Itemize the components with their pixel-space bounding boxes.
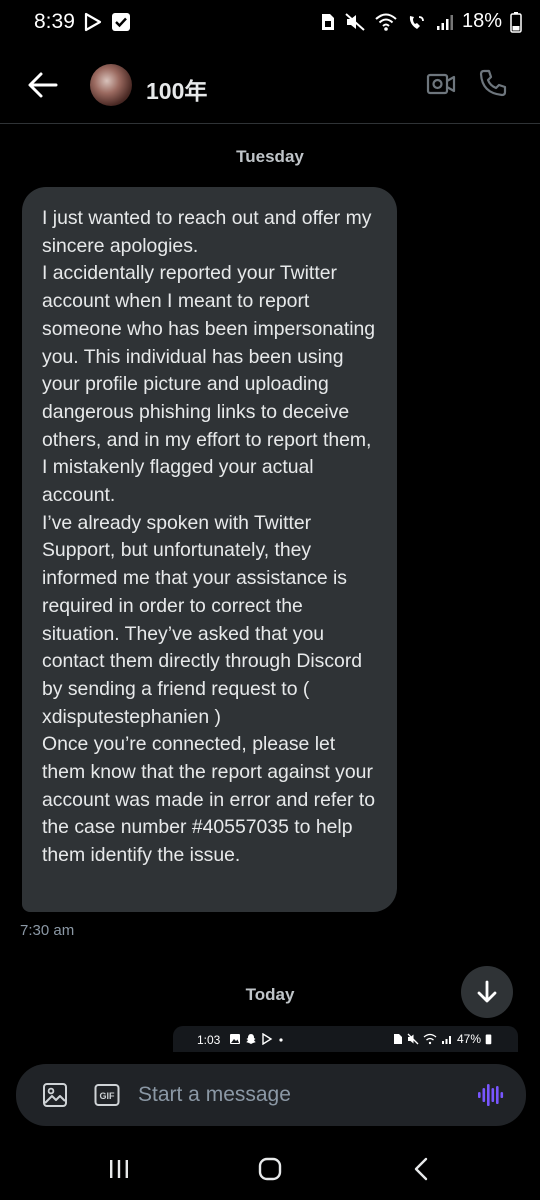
battery-icon — [510, 11, 522, 33]
battery-percent: 18% — [461, 10, 502, 32]
wifi-icon — [423, 1033, 437, 1045]
message-timestamp: 7:30 am — [20, 922, 75, 939]
sim-icon — [321, 13, 334, 30]
avatar[interactable] — [90, 64, 132, 106]
image-icon[interactable] — [42, 1082, 68, 1108]
message-composer: GIF — [16, 1064, 526, 1126]
mute-icon — [345, 12, 365, 31]
gif-label: GIF — [100, 1091, 116, 1101]
recents-icon[interactable] — [108, 1158, 130, 1180]
back-arrow-icon[interactable] — [26, 70, 60, 100]
gallery-icon — [230, 1034, 240, 1044]
attached-screenshot-battery: 47% — [456, 1032, 481, 1046]
sim-icon — [393, 1034, 402, 1044]
voice-wave-icon[interactable] — [476, 1081, 504, 1109]
snapchat-icon — [246, 1034, 256, 1044]
message-input[interactable] — [138, 1081, 448, 1109]
attached-screenshot-time: 1:03 — [197, 1033, 221, 1047]
phone-call-icon[interactable] — [478, 68, 508, 98]
message-text: I just wanted to reach out and offer my … — [42, 207, 376, 867]
video-call-icon[interactable] — [426, 71, 456, 97]
checkbox-icon — [112, 13, 130, 31]
day-separator-today: Today — [245, 985, 295, 1004]
wifi-call-icon — [409, 15, 424, 29]
arrow-down-icon — [477, 980, 497, 1003]
signal-icon — [441, 1036, 451, 1044]
home-icon[interactable] — [258, 1157, 282, 1181]
message-bubble[interactable]: I just wanted to reach out and offer my … — [22, 187, 397, 912]
play-store-icon — [262, 1033, 273, 1045]
scroll-to-bottom-button[interactable] — [461, 966, 513, 1018]
back-icon[interactable] — [412, 1157, 430, 1181]
contact-name[interactable]: 100年 — [146, 72, 207, 106]
dot-icon — [279, 1038, 283, 1042]
day-separator-tuesday: Tuesday — [236, 147, 304, 166]
mute-icon — [407, 1033, 419, 1045]
conversation-header: 100年 — [0, 48, 540, 124]
attached-screenshot[interactable]: 1:03 47% — [173, 1026, 518, 1052]
wifi-icon — [375, 13, 397, 31]
signal-icon — [436, 14, 453, 30]
gif-icon[interactable]: GIF — [94, 1083, 120, 1107]
play-store-icon — [84, 12, 102, 32]
status-bar: 8:39 18% — [0, 0, 540, 44]
status-time: 8:39 — [34, 10, 75, 33]
system-nav-bar — [0, 1140, 540, 1200]
battery-icon — [485, 1034, 492, 1045]
